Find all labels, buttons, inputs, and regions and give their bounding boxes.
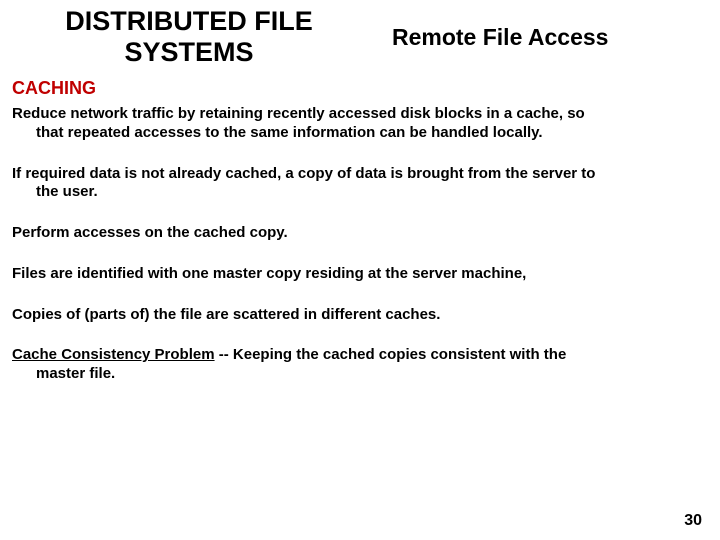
paragraph-6-rest-a: -- Keeping the cached copies consistent … xyxy=(215,346,567,363)
paragraph-3: Perform accesses on the cached copy. xyxy=(12,224,700,243)
paragraph-1: Reduce network traffic by retaining rece… xyxy=(12,105,700,143)
paragraph-2-line-2: the user. xyxy=(12,183,700,202)
paragraph-2-line-1: If required data is not already cached, … xyxy=(12,165,595,182)
page-number: 30 xyxy=(684,512,702,530)
slide-header: DISTRIBUTED FILE SYSTEMS Remote File Acc… xyxy=(0,0,720,68)
slide: DISTRIBUTED FILE SYSTEMS Remote File Acc… xyxy=(0,0,720,540)
slide-subtitle: Remote File Access xyxy=(392,24,608,51)
paragraph-4: Files are identified with one master cop… xyxy=(12,265,700,284)
title-line-2: SYSTEMS xyxy=(124,37,253,67)
paragraph-2: If required data is not already cached, … xyxy=(12,165,700,203)
paragraph-5: Copies of (parts of) the file are scatte… xyxy=(12,306,700,325)
slide-body: Reduce network traffic by retaining rece… xyxy=(0,99,720,384)
section-heading: CACHING xyxy=(0,68,720,99)
slide-title: DISTRIBUTED FILE SYSTEMS xyxy=(24,6,354,68)
title-line-1: DISTRIBUTED FILE xyxy=(65,6,313,36)
paragraph-6-term: Cache Consistency Problem xyxy=(12,346,215,363)
paragraph-1-line-2: that repeated accesses to the same infor… xyxy=(12,124,700,143)
paragraph-6: Cache Consistency Problem -- Keeping the… xyxy=(12,346,700,384)
paragraph-6-line-2: master file. xyxy=(12,365,700,384)
paragraph-1-line-1: Reduce network traffic by retaining rece… xyxy=(12,105,585,122)
